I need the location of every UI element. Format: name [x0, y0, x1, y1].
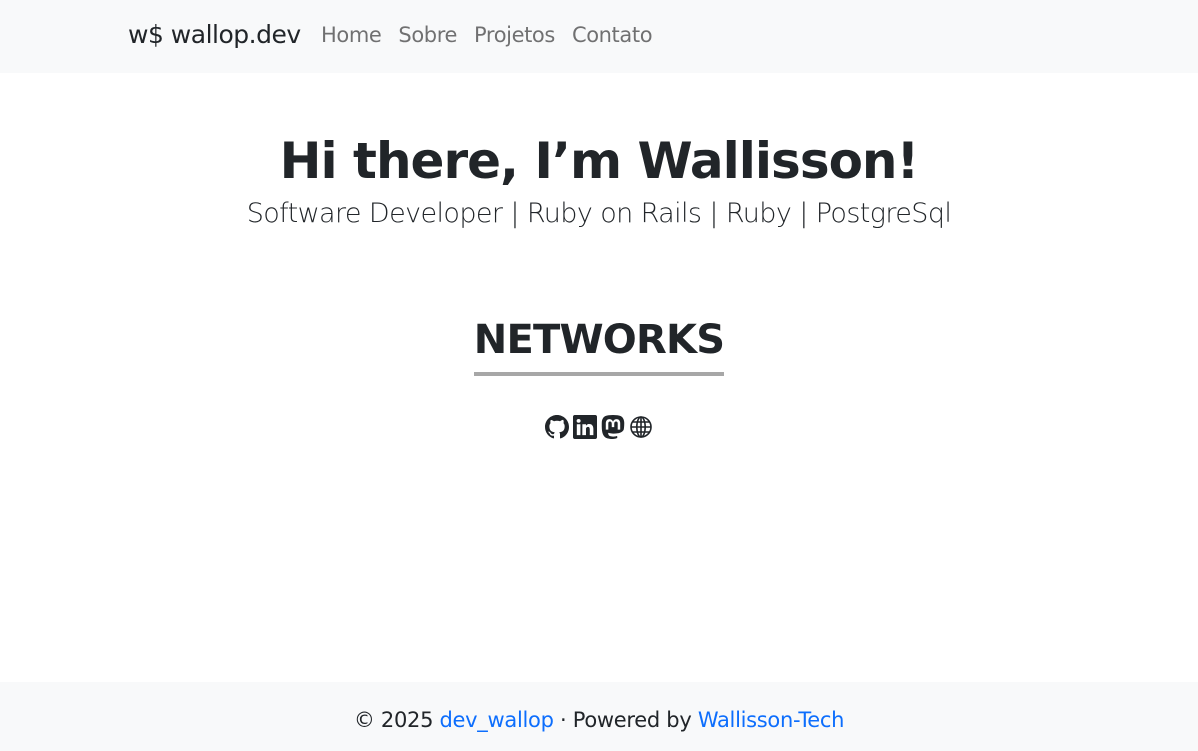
- mastodon-icon[interactable]: [601, 415, 625, 439]
- nav-link-sobre[interactable]: Sobre: [398, 23, 457, 47]
- nav-link-projetos[interactable]: Projetos: [474, 23, 555, 47]
- nav-link-contato[interactable]: Contato: [572, 23, 653, 47]
- hero-subtitle: Software Developer | Ruby on Rails | Rub…: [246, 198, 952, 229]
- nav-links: Home Sobre Projetos Contato: [321, 23, 653, 47]
- hero-section: Hi there, I’m Wallisson! Software Develo…: [0, 125, 1198, 231]
- github-icon[interactable]: [545, 415, 569, 439]
- nav-link-home[interactable]: Home: [321, 23, 382, 47]
- network-icons: [0, 415, 1198, 439]
- networks-heading: NETWORKS: [473, 315, 725, 376]
- footer-copyright: © 2025: [353, 708, 434, 732]
- footer-powered-link[interactable]: Wallisson-Tech: [698, 708, 845, 732]
- hero-title: Hi there, I’m Wallisson!: [279, 132, 920, 190]
- brand-link[interactable]: w$ wallop.dev: [128, 20, 301, 49]
- footer-author-link[interactable]: dev_wallop: [440, 708, 554, 732]
- linkedin-icon[interactable]: [573, 415, 597, 439]
- footer: © 2025 dev_wallop · Powered by Wallisson…: [0, 682, 1198, 751]
- globe-icon[interactable]: [629, 415, 653, 439]
- footer-text: © 2025 dev_wallop · Powered by Wallisson…: [0, 708, 1198, 732]
- networks-section: NETWORKS: [0, 315, 1198, 376]
- footer-powered-text: · Powered by: [560, 708, 692, 732]
- navbar: w$ wallop.dev Home Sobre Projetos Contat…: [0, 0, 1198, 73]
